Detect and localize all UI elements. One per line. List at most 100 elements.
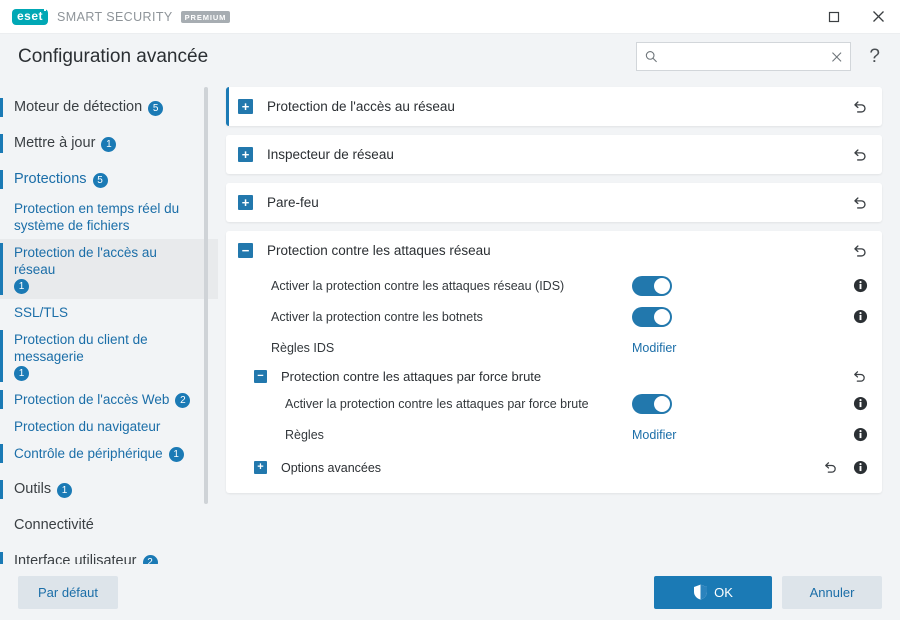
active-bar (0, 330, 3, 382)
sidebar-item-label: Protections (14, 171, 87, 187)
section-title: Inspecteur de réseau (267, 147, 394, 162)
sidebar-item-3[interactable]: Protection en temps réel du système de f… (0, 195, 218, 239)
active-bar (0, 134, 3, 153)
sidebar-item-label: Contrôle de périphérique (14, 446, 163, 461)
page-title: Configuration avancée (18, 45, 209, 67)
window-controls (812, 0, 900, 34)
logo-dot (44, 8, 47, 11)
revert-icon[interactable] (852, 243, 868, 259)
close-button[interactable] (856, 0, 900, 34)
sidebar-item-12[interactable]: Interface utilisateur 2 (0, 548, 218, 564)
section-header[interactable]: − Protection contre les attaques réseau (226, 231, 882, 270)
setting-row: Activer la protection contre les botnets (240, 301, 868, 332)
section-actions (852, 147, 868, 163)
sidebar-item-badge: 2 (142, 554, 158, 564)
setting-label: Activer la protection contre les attaque… (271, 278, 565, 293)
info-icon[interactable] (853, 309, 868, 324)
collapsed-section-2: + Pare-feu (226, 183, 882, 222)
section-title: Pare-feu (267, 195, 319, 210)
sidebar-item-10[interactable]: Outils 1 (0, 476, 218, 503)
active-bar (0, 390, 3, 409)
sidebar-item-7[interactable]: Protection de l'accès Web 2 (0, 386, 218, 413)
section-header[interactable]: + Protection de l'accès au réseau (229, 87, 882, 126)
revert-icon[interactable] (823, 460, 838, 475)
sidebar-item-badge: 5 (148, 100, 164, 116)
edition-tag: PREMIUM (180, 10, 231, 23)
setting-control (632, 393, 832, 414)
sidebar-item-label: Protection du navigateur (14, 419, 161, 434)
active-bar (0, 170, 3, 189)
expand-icon[interactable]: + (238, 99, 253, 114)
active-bar (0, 480, 3, 499)
eset-logo: eset (12, 8, 49, 25)
sidebar-item-11[interactable]: Connectivité (0, 512, 218, 539)
revert-icon[interactable] (852, 99, 868, 115)
info-icon[interactable] (853, 427, 868, 442)
revert-icon[interactable] (852, 195, 868, 211)
sidebar-item-badge: 1 (168, 446, 184, 462)
modify-link[interactable]: Modifier (632, 428, 676, 442)
section-network-attack-protection: − Protection contre les attaques réseau … (226, 231, 882, 493)
sidebar-item-4[interactable]: Protection de l'accès au réseau 1 (0, 239, 218, 299)
clear-icon[interactable] (831, 51, 843, 63)
default-button[interactable]: Par défaut (18, 575, 118, 609)
sidebar-item-8[interactable]: Protection du navigateur (0, 413, 218, 440)
collapse-icon[interactable]: − (238, 243, 253, 258)
sidebar-item-label: SSL/TLS (14, 305, 69, 320)
sidebar-item-label: Protection de l'accès Web (14, 392, 170, 407)
sidebar-nav: Moteur de détection 5 Mettre à jour 1 Protec… (0, 94, 218, 564)
sidebar-item-badge: 2 (175, 392, 191, 408)
advanced-options-row[interactable]: + Options avancées (240, 450, 868, 481)
expand-icon[interactable]: + (254, 461, 267, 474)
setting-control: Modifier (632, 428, 832, 442)
revert-icon[interactable] (852, 369, 867, 384)
search-input[interactable] (663, 49, 825, 64)
close-icon (872, 11, 884, 22)
toggle-switch[interactable] (632, 306, 672, 327)
info-icon[interactable] (853, 396, 868, 411)
subsection-header[interactable]: − Protection contre les attaques par for… (240, 363, 868, 388)
sidebar-item-5[interactable]: SSL/TLS (0, 299, 218, 326)
eset-logo-text: eset (17, 8, 44, 23)
expand-icon[interactable]: + (238, 147, 253, 162)
toggle-switch[interactable] (632, 275, 672, 296)
sidebar-item-1[interactable]: Mettre à jour 1 (0, 130, 218, 157)
subsection-title: Protection contre les attaques par force… (281, 369, 542, 384)
sidebar-item-9[interactable]: Contrôle de périphérique 1 (0, 440, 218, 467)
help-button[interactable]: ? (863, 46, 886, 68)
section-title: Protection de l'accès au réseau (267, 99, 455, 114)
sidebar-item-6[interactable]: Protection du client de messagerie 1 (0, 326, 218, 386)
setting-control: Modifier (632, 341, 832, 355)
revert-icon[interactable] (852, 147, 868, 163)
info-icon[interactable] (853, 278, 868, 293)
setting-row: Règles IDS Modifier (240, 332, 868, 363)
active-bar (0, 243, 3, 295)
toggle-switch[interactable] (632, 393, 672, 414)
header-actions: ? (636, 42, 886, 71)
expand-icon[interactable]: + (238, 195, 253, 210)
section-header[interactable]: + Inspecteur de réseau (226, 135, 882, 174)
setting-info (832, 309, 868, 324)
ok-button[interactable]: OK (654, 575, 772, 609)
search-box[interactable] (636, 42, 852, 71)
sidebar: Moteur de détection 5 Mettre à jour 1 Protec… (0, 79, 218, 564)
setting-info (832, 427, 868, 442)
collapse-icon[interactable]: − (254, 370, 267, 383)
sidebar-item-0[interactable]: Moteur de détection 5 (0, 94, 218, 121)
subsection-rows: Activer la protection contre les attaque… (240, 388, 868, 450)
setting-row: Activer la protection contre les attaque… (240, 270, 868, 301)
section-actions (852, 99, 868, 115)
sidebar-item-badge: 1 (14, 366, 29, 381)
cancel-button[interactable]: Annuler (782, 575, 882, 609)
sidebar-item-2[interactable]: Protections 5 (0, 166, 218, 193)
info-icon[interactable] (853, 460, 868, 475)
modify-link[interactable]: Modifier (632, 341, 676, 355)
maximize-button[interactable] (812, 0, 856, 34)
setting-label: Activer la protection contre les attaque… (285, 396, 589, 411)
sidebar-scrollbar[interactable] (204, 87, 208, 504)
setting-label: Activer la protection contre les botnets (271, 309, 483, 324)
page-header: Configuration avancée ? (0, 34, 900, 79)
section-header[interactable]: + Pare-feu (226, 183, 882, 222)
advanced-options-actions (823, 460, 868, 475)
section-title: Protection contre les attaques réseau (267, 243, 491, 258)
